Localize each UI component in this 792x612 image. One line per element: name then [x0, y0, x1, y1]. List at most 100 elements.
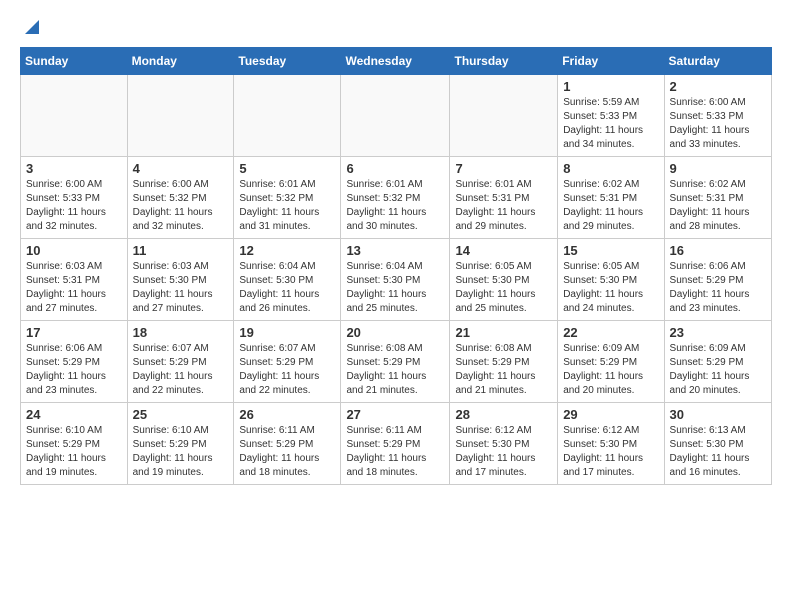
- day-info: Sunrise: 6:07 AM Sunset: 5:29 PM Dayligh…: [239, 342, 335, 398]
- day-number: 2: [670, 79, 766, 94]
- day-number: 28: [455, 407, 552, 422]
- day-info: Sunrise: 6:11 AM Sunset: 5:29 PM Dayligh…: [239, 424, 335, 480]
- day-info: Sunrise: 6:08 AM Sunset: 5:29 PM Dayligh…: [455, 342, 552, 398]
- day-number: 14: [455, 243, 552, 258]
- logo: [20, 16, 39, 37]
- day-number: 19: [239, 325, 335, 340]
- calendar-cell: 11 Sunrise: 6:03 AM Sunset: 5:30 PM Dayli…: [127, 239, 234, 321]
- day-number: 9: [670, 161, 766, 176]
- day-number: 27: [346, 407, 444, 422]
- day-info: Sunrise: 6:01 AM Sunset: 5:32 PM Dayligh…: [346, 178, 444, 234]
- day-info: Sunrise: 6:06 AM Sunset: 5:29 PM Dayligh…: [670, 260, 766, 316]
- day-info: Sunrise: 6:00 AM Sunset: 5:32 PM Dayligh…: [133, 178, 229, 234]
- weekday-header-wednesday: Wednesday: [341, 48, 450, 75]
- calendar-cell: 3 Sunrise: 6:00 AM Sunset: 5:33 PM Daylig…: [21, 157, 128, 239]
- day-number: 7: [455, 161, 552, 176]
- day-info: Sunrise: 6:05 AM Sunset: 5:30 PM Dayligh…: [563, 260, 658, 316]
- day-info: Sunrise: 6:04 AM Sunset: 5:30 PM Dayligh…: [239, 260, 335, 316]
- calendar-cell: 28 Sunrise: 6:12 AM Sunset: 5:30 PM Dayli…: [450, 403, 558, 485]
- day-number: 20: [346, 325, 444, 340]
- calendar-cell: 23 Sunrise: 6:09 AM Sunset: 5:29 PM Dayli…: [664, 321, 771, 403]
- calendar-cell: [341, 75, 450, 157]
- day-info: Sunrise: 6:00 AM Sunset: 5:33 PM Dayligh…: [670, 96, 766, 152]
- day-number: 5: [239, 161, 335, 176]
- calendar-cell: 20 Sunrise: 6:08 AM Sunset: 5:29 PM Dayli…: [341, 321, 450, 403]
- weekday-header-thursday: Thursday: [450, 48, 558, 75]
- week-row-2: 3 Sunrise: 6:00 AM Sunset: 5:33 PM Daylig…: [21, 157, 772, 239]
- calendar-table: SundayMondayTuesdayWednesdayThursdayFrid…: [20, 47, 772, 485]
- day-info: Sunrise: 6:12 AM Sunset: 5:30 PM Dayligh…: [455, 424, 552, 480]
- calendar-cell: 24 Sunrise: 6:10 AM Sunset: 5:29 PM Dayli…: [21, 403, 128, 485]
- day-number: 29: [563, 407, 658, 422]
- day-info: Sunrise: 6:13 AM Sunset: 5:30 PM Dayligh…: [670, 424, 766, 480]
- calendar-cell: 2 Sunrise: 6:00 AM Sunset: 5:33 PM Daylig…: [664, 75, 771, 157]
- day-number: 16: [670, 243, 766, 258]
- day-info: Sunrise: 6:08 AM Sunset: 5:29 PM Dayligh…: [346, 342, 444, 398]
- day-info: Sunrise: 6:02 AM Sunset: 5:31 PM Dayligh…: [563, 178, 658, 234]
- weekday-header-friday: Friday: [558, 48, 664, 75]
- day-number: 25: [133, 407, 229, 422]
- weekday-header-monday: Monday: [127, 48, 234, 75]
- day-info: Sunrise: 6:02 AM Sunset: 5:31 PM Dayligh…: [670, 178, 766, 234]
- day-info: Sunrise: 6:09 AM Sunset: 5:29 PM Dayligh…: [563, 342, 658, 398]
- calendar-cell: 26 Sunrise: 6:11 AM Sunset: 5:29 PM Dayli…: [234, 403, 341, 485]
- day-info: Sunrise: 6:06 AM Sunset: 5:29 PM Dayligh…: [26, 342, 122, 398]
- calendar-cell: 14 Sunrise: 6:05 AM Sunset: 5:30 PM Dayli…: [450, 239, 558, 321]
- day-info: Sunrise: 6:07 AM Sunset: 5:29 PM Dayligh…: [133, 342, 229, 398]
- day-number: 4: [133, 161, 229, 176]
- day-info: Sunrise: 6:12 AM Sunset: 5:30 PM Dayligh…: [563, 424, 658, 480]
- day-info: Sunrise: 6:05 AM Sunset: 5:30 PM Dayligh…: [455, 260, 552, 316]
- calendar-cell: [450, 75, 558, 157]
- logo-icon: [21, 16, 39, 34]
- day-number: 3: [26, 161, 122, 176]
- calendar-cell: 8 Sunrise: 6:02 AM Sunset: 5:31 PM Daylig…: [558, 157, 664, 239]
- calendar-cell: 15Sunrise: 6:05 AM Sunset: 5:30 PM Dayli…: [558, 239, 664, 321]
- day-info: Sunrise: 6:01 AM Sunset: 5:31 PM Dayligh…: [455, 178, 552, 234]
- day-number: 26: [239, 407, 335, 422]
- calendar-cell: [21, 75, 128, 157]
- day-info: Sunrise: 6:11 AM Sunset: 5:29 PM Dayligh…: [346, 424, 444, 480]
- day-number: 22: [563, 325, 658, 340]
- weekday-header-row: SundayMondayTuesdayWednesdayThursdayFrid…: [21, 48, 772, 75]
- day-info: Sunrise: 6:03 AM Sunset: 5:31 PM Dayligh…: [26, 260, 122, 316]
- day-number: 13: [346, 243, 444, 258]
- calendar-cell: 16 Sunrise: 6:06 AM Sunset: 5:29 PM Dayli…: [664, 239, 771, 321]
- calendar-cell: 19 Sunrise: 6:07 AM Sunset: 5:29 PM Dayli…: [234, 321, 341, 403]
- day-number: 30: [670, 407, 766, 422]
- calendar-cell: 22 Sunrise: 6:09 AM Sunset: 5:29 PM Dayli…: [558, 321, 664, 403]
- day-info: Sunrise: 6:03 AM Sunset: 5:30 PM Dayligh…: [133, 260, 229, 316]
- week-row-4: 17Sunrise: 6:06 AM Sunset: 5:29 PM Dayli…: [21, 321, 772, 403]
- weekday-header-sunday: Sunday: [21, 48, 128, 75]
- day-info: Sunrise: 6:10 AM Sunset: 5:29 PM Dayligh…: [26, 424, 122, 480]
- calendar-cell: 21Sunrise: 6:08 AM Sunset: 5:29 PM Dayli…: [450, 321, 558, 403]
- calendar-cell: 27 Sunrise: 6:11 AM Sunset: 5:29 PM Dayli…: [341, 403, 450, 485]
- calendar-cell: 12Sunrise: 6:04 AM Sunset: 5:30 PM Dayli…: [234, 239, 341, 321]
- calendar-cell: 1 Sunrise: 5:59 AM Sunset: 5:33 PM Daylig…: [558, 75, 664, 157]
- day-info: Sunrise: 6:04 AM Sunset: 5:30 PM Dayligh…: [346, 260, 444, 316]
- day-info: Sunrise: 6:09 AM Sunset: 5:29 PM Dayligh…: [670, 342, 766, 398]
- calendar-cell: 6 Sunrise: 6:01 AM Sunset: 5:32 PM Daylig…: [341, 157, 450, 239]
- calendar-page: SundayMondayTuesdayWednesdayThursdayFrid…: [0, 0, 792, 495]
- header: [20, 16, 772, 37]
- calendar-cell: 25 Sunrise: 6:10 AM Sunset: 5:29 PM Dayli…: [127, 403, 234, 485]
- weekday-header-saturday: Saturday: [664, 48, 771, 75]
- day-number: 23: [670, 325, 766, 340]
- calendar-cell: 5 Sunrise: 6:01 AM Sunset: 5:32 PM Daylig…: [234, 157, 341, 239]
- calendar-cell: 29 Sunrise: 6:12 AM Sunset: 5:30 PM Dayli…: [558, 403, 664, 485]
- day-number: 6: [346, 161, 444, 176]
- week-row-1: 1 Sunrise: 5:59 AM Sunset: 5:33 PM Daylig…: [21, 75, 772, 157]
- day-number: 8: [563, 161, 658, 176]
- week-row-5: 24 Sunrise: 6:10 AM Sunset: 5:29 PM Dayli…: [21, 403, 772, 485]
- calendar-cell: 10Sunrise: 6:03 AM Sunset: 5:31 PM Dayli…: [21, 239, 128, 321]
- calendar-cell: [234, 75, 341, 157]
- day-info: Sunrise: 6:01 AM Sunset: 5:32 PM Dayligh…: [239, 178, 335, 234]
- weekday-header-tuesday: Tuesday: [234, 48, 341, 75]
- day-info: Sunrise: 6:10 AM Sunset: 5:29 PM Dayligh…: [133, 424, 229, 480]
- day-info: Sunrise: 5:59 AM Sunset: 5:33 PM Dayligh…: [563, 96, 658, 152]
- day-number: 1: [563, 79, 658, 94]
- day-number: 11: [133, 243, 229, 258]
- calendar-cell: 9 Sunrise: 6:02 AM Sunset: 5:31 PM Daylig…: [664, 157, 771, 239]
- day-number: 24: [26, 407, 122, 422]
- day-info: Sunrise: 6:00 AM Sunset: 5:33 PM Dayligh…: [26, 178, 122, 234]
- calendar-cell: 17Sunrise: 6:06 AM Sunset: 5:29 PM Dayli…: [21, 321, 128, 403]
